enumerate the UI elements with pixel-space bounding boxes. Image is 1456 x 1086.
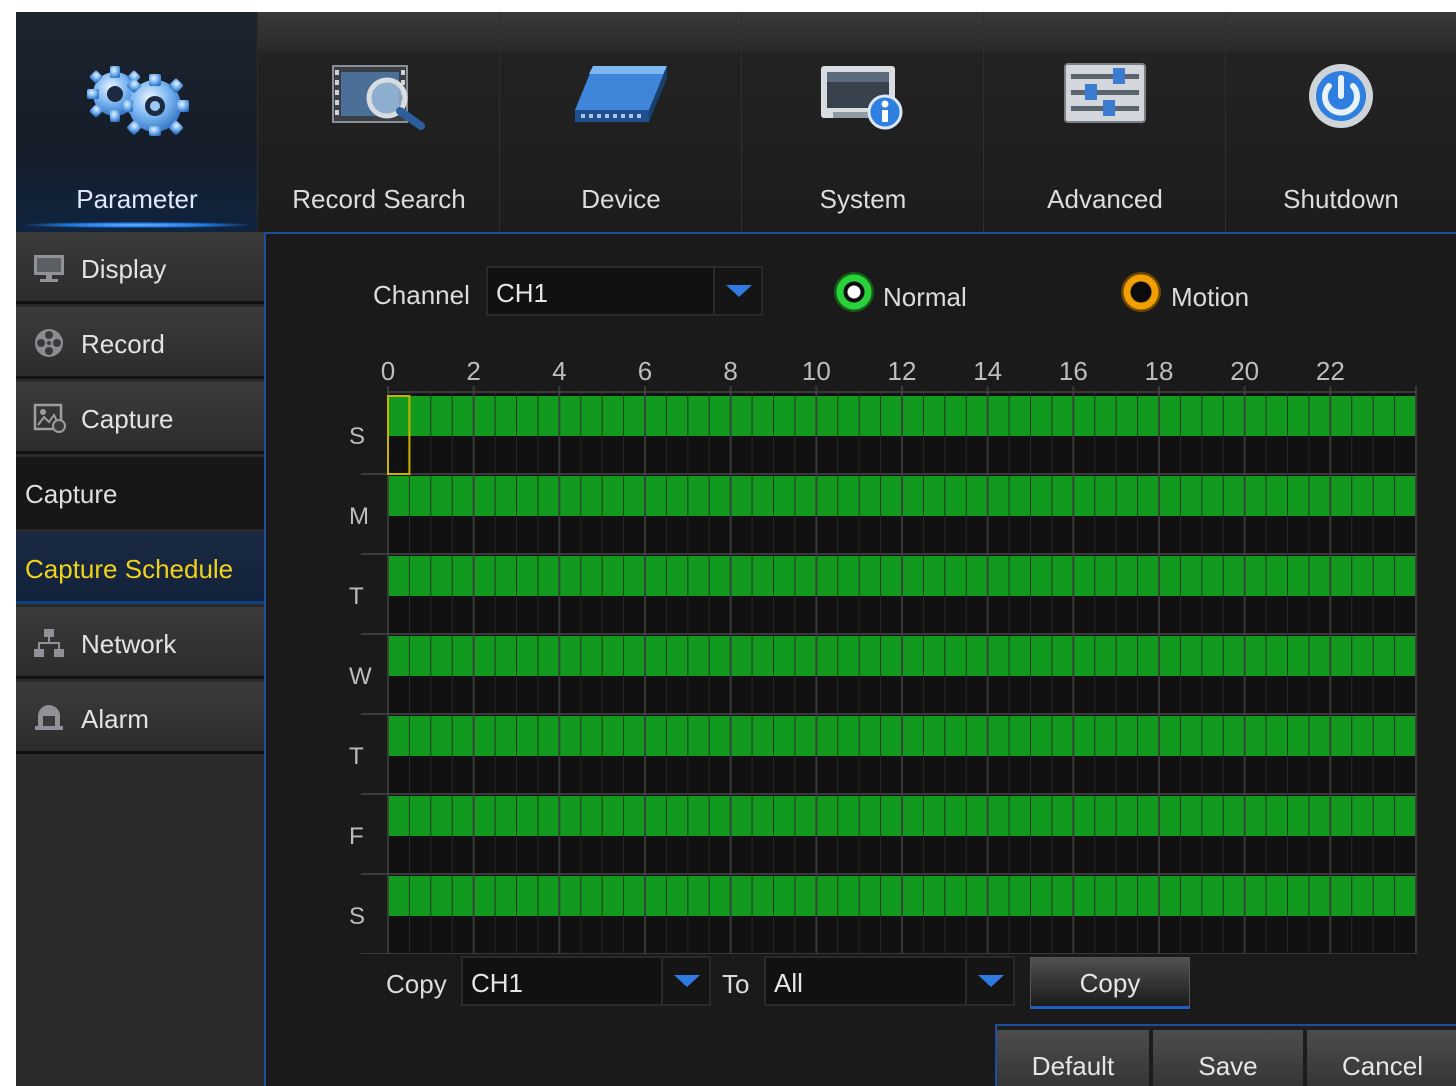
hard-drive-icon <box>575 66 667 122</box>
sidebar-item-capture[interactable]: Capture <box>16 382 264 454</box>
day-label: T <box>349 583 364 610</box>
nav-parameter[interactable]: Parameter <box>16 12 258 232</box>
sidebar-item-label: Network <box>81 629 177 659</box>
sidebar-subitem-capture-schedule[interactable]: Capture Schedule <box>16 532 264 604</box>
chevron-down-icon[interactable] <box>965 958 1013 1004</box>
copy-label: Copy <box>386 969 447 999</box>
nav-device[interactable]: Device <box>500 12 742 232</box>
nav-label: Device <box>581 184 661 214</box>
hour-label: 16 <box>1059 356 1088 386</box>
sidebar: Display Record Capture Capture Capture S… <box>16 232 264 1086</box>
schedule-grid[interactable]: S M T W T F S 0 2 4 6 8 10 12 14 16 18 20 22 <box>316 342 1436 954</box>
default-button[interactable]: Default <box>997 1030 1149 1086</box>
copy-from-select[interactable]: CH1 <box>461 956 711 1006</box>
nav-shutdown[interactable]: Shutdown <box>1226 12 1456 232</box>
hour-label: 18 <box>1145 356 1174 386</box>
system-info-icon <box>821 66 903 130</box>
channel-label: Channel <box>373 280 470 310</box>
day-label: S <box>349 423 365 450</box>
channel-select-value: CH1 <box>496 278 549 308</box>
chevron-down-icon[interactable] <box>713 268 761 314</box>
sidebar-subitem-capture[interactable]: Capture <box>16 457 264 529</box>
action-button-bar: Default Save Cancel <box>995 1024 1456 1086</box>
dvr-settings-window: Parameter Record Search Device System Ad… <box>16 12 1456 1086</box>
sidebar-item-record[interactable]: Record <box>16 307 264 379</box>
sidebar-item-label: Capture <box>81 404 174 434</box>
copy-from-value: CH1 <box>471 968 524 998</box>
nav-label: Advanced <box>1047 184 1163 214</box>
copy-to-select[interactable]: All <box>764 956 1015 1006</box>
sidebar-item-display[interactable]: Display <box>16 232 264 304</box>
sidebar-item-label: Display <box>81 254 167 284</box>
copy-to-label: To <box>722 969 750 999</box>
day-label: T <box>349 743 364 770</box>
film-magnifier-icon <box>332 65 425 130</box>
day-label: S <box>349 903 365 930</box>
sliders-icon <box>1064 63 1146 123</box>
nav-system[interactable]: System <box>742 12 984 232</box>
cancel-button[interactable]: Cancel <box>1307 1030 1456 1086</box>
hour-label: 6 <box>638 356 652 386</box>
day-label: F <box>349 823 364 850</box>
save-button[interactable]: Save <box>1153 1030 1303 1086</box>
hour-label: 8 <box>723 356 737 386</box>
power-icon <box>1309 64 1373 128</box>
sidebar-subitem-label: Capture <box>25 479 118 509</box>
nav-record-search[interactable]: Record Search <box>258 12 500 232</box>
monitor-icon <box>34 255 64 282</box>
day-label: M <box>349 503 369 530</box>
sidebar-item-network[interactable]: Network <box>16 607 264 679</box>
nav-label: Parameter <box>76 184 198 214</box>
hour-label: 14 <box>973 356 1002 386</box>
top-navigation: Parameter Record Search Device System Ad… <box>16 12 1456 232</box>
sidebar-subitem-label: Capture Schedule <box>25 554 234 584</box>
nav-advanced[interactable]: Advanced <box>984 12 1226 232</box>
hour-label: 20 <box>1230 356 1259 386</box>
hour-label: 2 <box>466 356 480 386</box>
normal-radio-icon[interactable] <box>834 272 874 312</box>
camera-capture-icon <box>33 403 66 433</box>
motion-radio-icon[interactable] <box>1121 272 1161 312</box>
network-icon <box>34 629 64 657</box>
sidebar-item-label: Alarm <box>81 704 149 734</box>
chevron-down-icon[interactable] <box>661 958 709 1004</box>
hour-label: 12 <box>888 356 917 386</box>
film-reel-icon <box>35 329 63 357</box>
hour-label: 22 <box>1316 356 1345 386</box>
hour-label: 10 <box>802 356 831 386</box>
hour-label: 0 <box>381 356 395 386</box>
sidebar-item-alarm[interactable]: Alarm <box>16 682 264 754</box>
channel-select[interactable]: CH1 <box>486 266 763 316</box>
nav-label: System <box>819 184 907 214</box>
gears-icon <box>87 66 189 136</box>
legend-motion-label: Motion <box>1171 282 1250 312</box>
active-glow <box>26 222 248 228</box>
copy-to-value: All <box>774 968 803 998</box>
hour-label: 4 <box>552 356 566 386</box>
copy-button[interactable]: Copy <box>1030 957 1190 1009</box>
nav-label: Shutdown <box>1283 184 1399 214</box>
bell-icon <box>35 705 63 730</box>
legend-normal-label: Normal <box>883 282 967 312</box>
sidebar-item-label: Record <box>81 329 165 359</box>
nav-label: Record Search <box>292 184 466 214</box>
day-label: W <box>349 663 372 690</box>
